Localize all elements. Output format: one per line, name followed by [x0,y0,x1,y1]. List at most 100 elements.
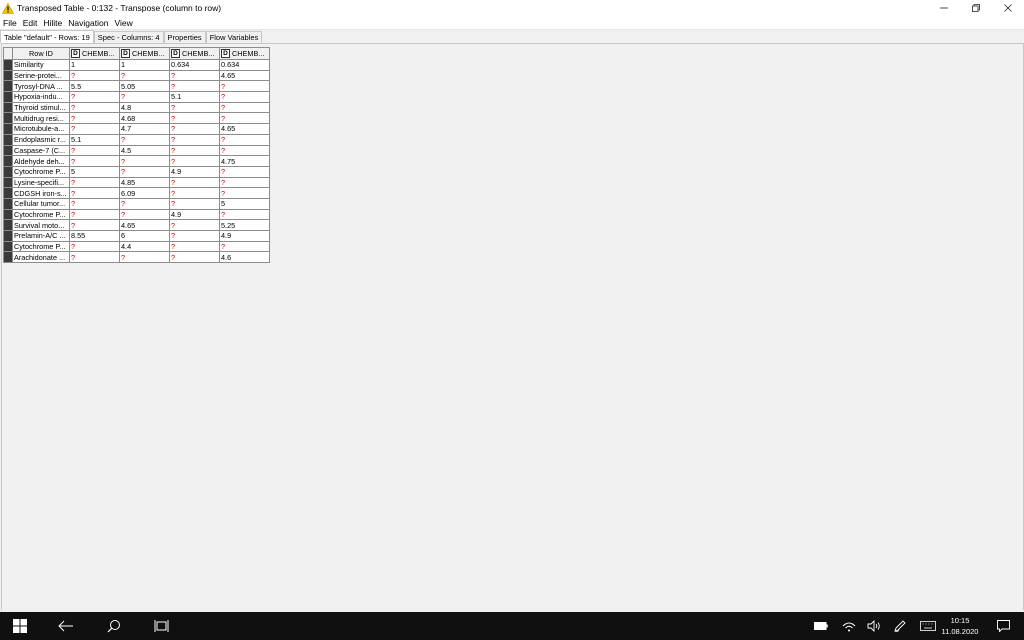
battery-icon[interactable] [812,612,830,640]
table-cell[interactable]: ? [169,197,220,210]
table-cell[interactable]: 4.5 [119,144,170,157]
table-cell[interactable]: ? [169,123,220,135]
system-clock[interactable]: 10:15 11.08.2020 [938,615,982,637]
table-cell[interactable]: ? [69,144,120,157]
table-cell[interactable]: ? [219,165,270,178]
table-cell[interactable]: 4.9 [219,230,270,242]
menu-file[interactable]: File [0,18,20,28]
table-row[interactable]: Lysine-specifi...? 4.85?? [3,176,270,189]
close-button[interactable] [992,0,1024,16]
table-cell[interactable]: 5 [69,165,120,178]
table-row[interactable]: Hypoxia-indu...?? 5.1? [3,91,270,103]
table-row[interactable]: Cytochrome P... 5? 4.9? [3,165,270,178]
menu-edit[interactable]: Edit [20,18,41,28]
table-cell[interactable]: 4.65 [219,69,270,82]
table-cell[interactable]: ? [219,133,270,146]
table-cell[interactable]: ? [169,176,220,189]
table-cell[interactable]: ? [119,197,170,210]
table-cell[interactable]: ? [219,101,270,114]
table-cell[interactable]: ? [119,155,170,167]
table-cell[interactable]: ? [169,101,220,114]
table-cell[interactable]: ? [169,133,220,146]
keyboard-icon[interactable] [918,612,938,640]
table-cell[interactable]: ? [169,80,220,93]
restore-button[interactable] [960,0,992,16]
row-id-cell[interactable]: Lysine-specifi... [12,176,70,189]
menu-navigation[interactable]: Navigation [65,18,111,28]
row-id-cell[interactable]: Cytochrome P... [12,240,70,253]
row-id-header[interactable]: Row ID [12,47,70,60]
table-cell[interactable]: 6.09 [119,187,170,199]
table-row[interactable]: Serine-protei...??? 4.65 [3,69,270,82]
table-cell[interactable]: ? [169,240,220,253]
row-id-cell[interactable]: Hypoxia-indu... [12,91,70,103]
column-header[interactable]: D CHEMB... [219,47,270,60]
table-cell[interactable]: 5.1 [169,91,220,103]
table-cell[interactable]: ? [69,251,120,264]
table-cell[interactable]: 5.1 [69,133,120,146]
pen-icon[interactable] [891,612,909,640]
table-cell[interactable]: ? [69,187,120,199]
table-cell[interactable]: 4.9 [169,208,220,221]
table-cell[interactable]: ? [169,230,220,242]
table-cell[interactable]: ? [119,208,170,221]
table-cell[interactable]: ? [69,112,120,125]
table-cell[interactable]: 1 [69,59,120,71]
row-id-cell[interactable]: CDGSH iron-s... [12,187,70,199]
table-cell[interactable]: ? [69,219,120,231]
table-cell[interactable]: ? [69,123,120,135]
table-cell[interactable]: ? [119,165,170,178]
table-cell[interactable]: ? [219,208,270,221]
table-row[interactable]: Caspase-7 (C...? 4.5?? [3,144,270,157]
row-id-cell[interactable]: Microtubule-a... [12,123,70,135]
table-cell[interactable]: ? [69,197,120,210]
row-id-cell[interactable]: Thyroid stimul... [12,101,70,114]
table-cell[interactable]: ? [119,133,170,146]
table-row[interactable]: Survival moto...? 4.65? 5.25 [3,219,270,231]
table-row[interactable]: Cytochrome P...?? 4.9? [3,208,270,221]
table-cell[interactable]: 4.75 [219,155,270,167]
table-cell[interactable]: ? [169,144,220,157]
table-cell[interactable]: ? [219,240,270,253]
table-row[interactable]: Tyrosyl-DNA ... 5.5 5.05?? [3,80,270,93]
table-row[interactable]: Thyroid stimul...? 4.8?? [3,101,270,114]
column-header[interactable]: D CHEMB... [119,47,170,60]
table-cell[interactable]: 4.6 [219,251,270,264]
notifications-icon[interactable] [992,612,1014,640]
column-header[interactable]: D CHEMB... [69,47,120,60]
table-cell[interactable]: ? [169,69,220,82]
table-cell[interactable]: 5.25 [219,219,270,231]
table-cell[interactable]: ? [219,112,270,125]
table-row[interactable]: Endoplasmic r... 5.1??? [3,133,270,146]
minimize-button[interactable] [928,0,960,16]
table-row[interactable]: Cytochrome P...? 4.4?? [3,240,270,253]
table-cell[interactable]: ? [219,91,270,103]
menu-hilite[interactable]: Hilite [40,18,65,28]
table-row[interactable]: Cellular tumor...??? 5 [3,197,270,210]
row-id-cell[interactable]: Survival moto... [12,219,70,231]
table-cell[interactable]: 5.05 [119,80,170,93]
table-cell[interactable]: 4.4 [119,240,170,253]
table-cell[interactable]: ? [219,176,270,189]
table-row[interactable]: Arachidonate ...??? 4.6 [3,251,270,264]
table-row[interactable]: Aldehyde deh...??? 4.75 [3,155,270,167]
row-id-cell[interactable]: Multidrug resi... [12,112,70,125]
row-id-cell[interactable]: Cytochrome P... [12,208,70,221]
table-cell[interactable]: 4.68 [119,112,170,125]
table-cell[interactable]: ? [119,251,170,264]
table-cell[interactable]: ? [69,101,120,114]
table-row[interactable]: CDGSH iron-s...? 6.09?? [3,187,270,199]
table-cell[interactable]: ? [169,155,220,167]
table-cell[interactable]: ? [69,208,120,221]
wifi-icon[interactable] [840,612,858,640]
table-row[interactable]: Prelamin-A/C ... 8.55 6? 4.9 [3,230,270,242]
table-cell[interactable]: 4.85 [119,176,170,189]
tab-properties[interactable]: Properties [163,31,206,43]
row-id-cell[interactable]: Cellular tumor... [12,197,70,210]
table-cell[interactable]: 6 [119,230,170,242]
column-header[interactable]: D CHEMB... [169,47,220,60]
volume-icon[interactable] [865,612,883,640]
table-cell[interactable]: ? [69,155,120,167]
task-view-button[interactable] [142,612,182,640]
table-cell[interactable]: ? [119,91,170,103]
